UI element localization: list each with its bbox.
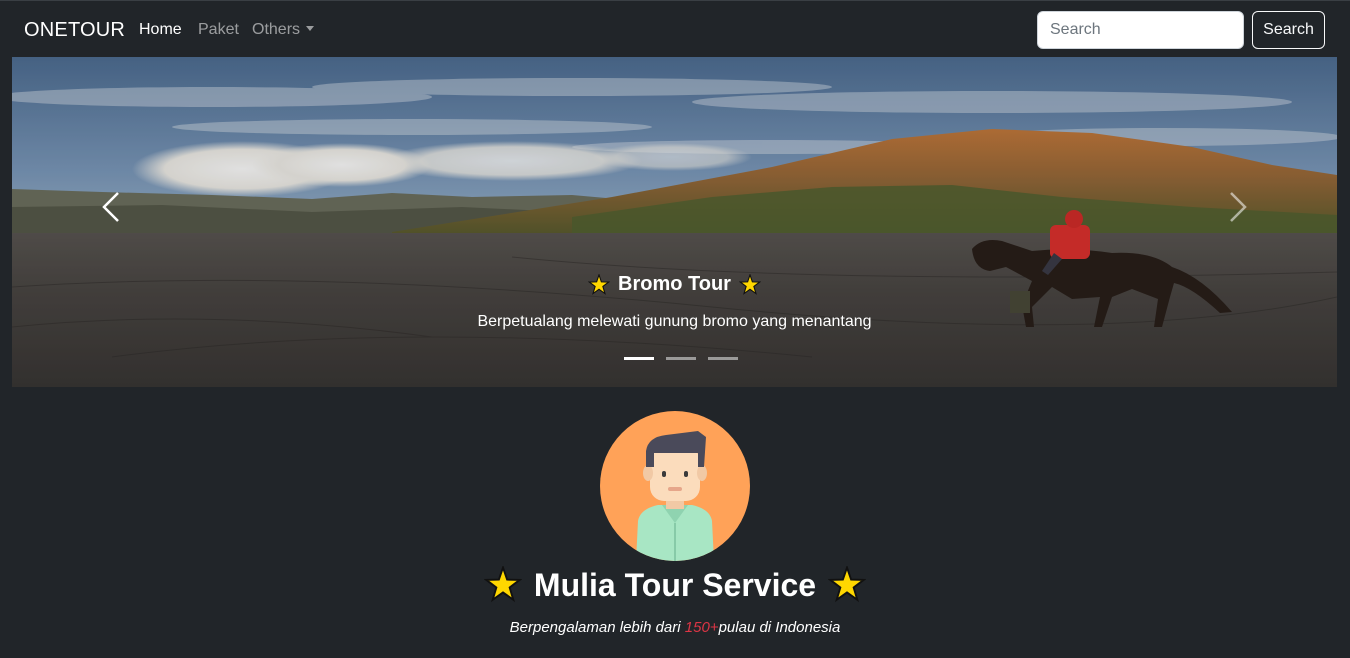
- search-button[interactable]: Search: [1252, 11, 1325, 49]
- carousel-indicators: [624, 357, 738, 360]
- carousel-indicator-2[interactable]: [666, 357, 696, 360]
- carousel-caption-title: Bromo Tour: [588, 273, 761, 296]
- profile-name: Mulia Tour Service: [533, 566, 817, 603]
- carousel-prev-chevron-left-icon[interactable]: [92, 187, 132, 227]
- nav-item-others-label: Others: [252, 21, 301, 38]
- avatar: [600, 411, 750, 561]
- star-icon: [483, 566, 522, 603]
- nav-item-others[interactable]: Others: [252, 21, 315, 39]
- carousel-next-chevron-right-icon[interactable]: [1217, 187, 1257, 227]
- tagline-highlight: 150+: [684, 619, 719, 636]
- nav-item-paket[interactable]: Paket: [198, 21, 239, 39]
- profile-tagline: Berpengalaman lebih dari 150+pulau di In…: [0, 619, 1350, 636]
- carousel-caption-title-text: Bromo Tour: [618, 273, 731, 295]
- profile-title: Mulia Tour Service: [0, 566, 1350, 612]
- carousel-caption: Bromo Tour Berpetualang melewati gunung …: [12, 273, 1337, 331]
- nav-item-home[interactable]: Home: [139, 21, 182, 39]
- navbar: ONETOUR Home Paket Others Search: [0, 0, 1350, 57]
- star-icon: [738, 273, 761, 295]
- tagline-prefix: Berpengalaman lebih dari: [509, 619, 685, 636]
- carousel-caption-text: Berpetualang melewati gunung bromo yang …: [477, 312, 872, 330]
- search-input[interactable]: [1037, 11, 1244, 49]
- carousel-indicator-3[interactable]: [708, 357, 738, 360]
- carousel-indicator-1[interactable]: [624, 357, 654, 360]
- tagline-suffix: pulau di Indonesia: [718, 619, 841, 636]
- caret-down-icon: [306, 26, 315, 31]
- brand-logo[interactable]: ONETOUR: [24, 19, 125, 42]
- hero-carousel: Bromo Tour Berpetualang melewati gunung …: [12, 57, 1337, 387]
- star-icon: [588, 273, 611, 295]
- carousel-slide-image: [12, 57, 1337, 387]
- star-icon: [828, 566, 867, 603]
